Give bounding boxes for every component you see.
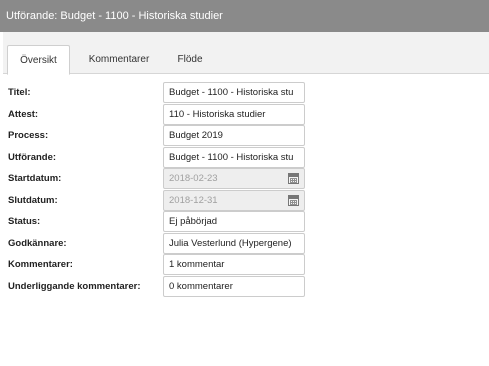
startdatum-value: 2018-02-23	[169, 173, 218, 184]
slutdatum-value: 2018-12-31	[169, 195, 218, 206]
utforande-label: Utförande:	[8, 152, 57, 163]
kommentarer-label: Kommentarer:	[8, 259, 73, 270]
titel-label: Titel:	[8, 87, 31, 98]
task-window: Utförande: Budget - 1100 - Historiska st…	[0, 0, 489, 366]
row-startdatum: Startdatum: 2018-02-23	[0, 168, 489, 189]
row-kommentarer: Kommentarer: 1 kommentar	[0, 254, 489, 275]
tab-strip: Översikt Kommentarer Flöde	[3, 32, 489, 75]
row-process: Process: Budget 2019	[0, 125, 489, 146]
row-titel: Titel: Budget - 1100 - Historiska stu	[0, 82, 489, 103]
row-underliggande: Underliggande kommentarer: 0 kommentarer	[0, 276, 489, 297]
tab-kommentarer[interactable]: Kommentarer	[76, 45, 162, 75]
status-label: Status:	[8, 216, 41, 227]
row-slutdatum: Slutdatum: 2018-12-31	[0, 190, 489, 211]
status-field[interactable]: Ej påbörjad	[163, 211, 305, 232]
kommentarer-field[interactable]: 1 kommentar	[163, 254, 305, 275]
process-field[interactable]: Budget 2019	[163, 125, 305, 146]
tab-oversikt[interactable]: Översikt	[7, 45, 70, 75]
startdatum-field: 2018-02-23	[163, 168, 305, 189]
startdatum-label: Startdatum:	[8, 173, 62, 184]
row-utforande: Utförande: Budget - 1100 - Historiska st…	[0, 147, 489, 168]
window-title: Utförande: Budget - 1100 - Historiska st…	[0, 0, 489, 32]
tab-flode[interactable]: Flöde	[166, 45, 214, 75]
calendar-icon[interactable]	[288, 195, 299, 206]
underliggande-field[interactable]: 0 kommentarer	[163, 276, 305, 297]
titel-field[interactable]: Budget - 1100 - Historiska stu	[163, 82, 305, 103]
process-label: Process:	[8, 130, 49, 141]
utforande-field[interactable]: Budget - 1100 - Historiska stu	[163, 147, 305, 168]
row-godkannare: Godkännare: Julia Vesterlund (Hypergene)	[0, 233, 489, 254]
godkannare-field[interactable]: Julia Vesterlund (Hypergene)	[163, 233, 305, 254]
row-attest: Attest: 110 - Historiska studier	[0, 104, 489, 125]
slutdatum-field: 2018-12-31	[163, 190, 305, 211]
attest-field[interactable]: 110 - Historiska studier	[163, 104, 305, 125]
calendar-icon[interactable]	[288, 173, 299, 184]
row-status: Status: Ej påbörjad	[0, 211, 489, 232]
godkannare-label: Godkännare:	[8, 238, 67, 249]
slutdatum-label: Slutdatum:	[8, 195, 58, 206]
underliggande-label: Underliggande kommentarer:	[8, 281, 141, 292]
attest-label: Attest:	[8, 109, 39, 120]
